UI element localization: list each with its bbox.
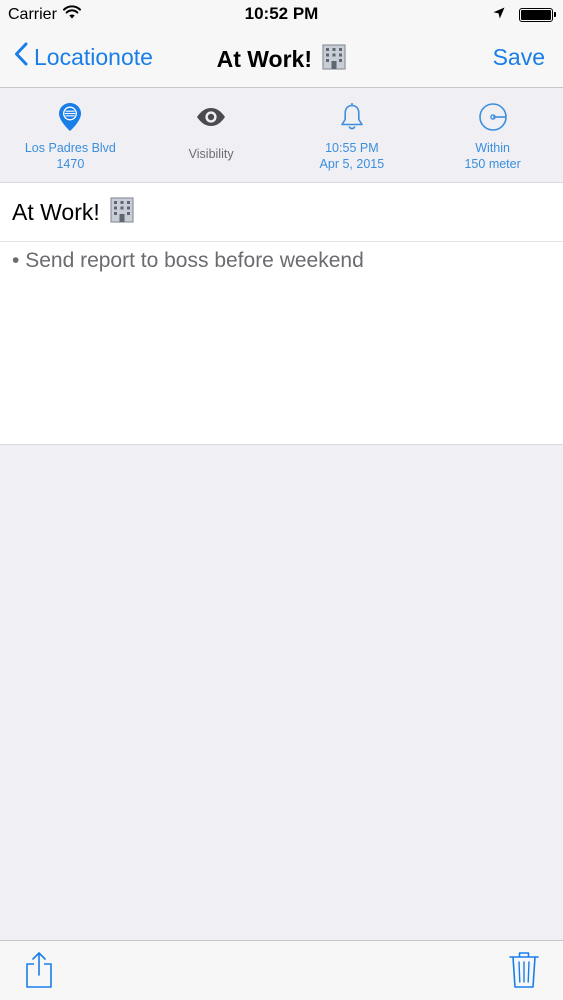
status-time: 10:52 PM: [244, 4, 319, 23]
location-item[interactable]: Los Padres Blvd 1470: [0, 88, 141, 182]
radius-value: 150 meter: [464, 157, 521, 171]
navigation-bar: Locationote At Work! Save: [0, 30, 563, 88]
reminder-text: 10:55 PM Apr 5, 2015: [320, 140, 385, 172]
radius-dial-icon: [478, 102, 508, 132]
map-pin-icon: [55, 102, 85, 132]
battery-tip: [554, 12, 556, 17]
location-arrow-icon: [493, 6, 505, 24]
bell-icon: [337, 102, 367, 132]
note-body-text: Send report to boss before weekend: [25, 249, 364, 272]
radius-prefix: Within: [475, 141, 510, 155]
location-number: 1470: [56, 157, 85, 171]
radius-text: Within 150 meter: [464, 140, 520, 172]
battery-fill: [521, 10, 551, 20]
radius-item[interactable]: Within 150 meter: [422, 88, 563, 182]
note-body-field[interactable]: • Send report to boss before weekend: [12, 249, 364, 273]
visibility-item[interactable]: Visibility: [141, 88, 282, 182]
trash-icon: [509, 952, 539, 993]
status-bar: Carrier 10:52 PM: [0, 0, 563, 30]
reminder-item[interactable]: 10:55 PM Apr 5, 2015: [282, 88, 423, 182]
note-title-field[interactable]: At Work!: [12, 197, 134, 229]
save-button[interactable]: Save: [493, 44, 545, 71]
office-building-emoji: [322, 44, 346, 76]
office-building-emoji: [110, 197, 134, 229]
battery-icon: [519, 8, 556, 22]
share-icon: [24, 952, 54, 993]
share-button[interactable]: [24, 951, 54, 994]
note-editor[interactable]: At Work! • Send report to boss before we…: [0, 183, 563, 445]
visibility-label: Visibility: [188, 147, 234, 161]
status-right: [493, 6, 556, 24]
reminder-time: 10:55 PM: [325, 141, 379, 155]
eye-icon: [196, 102, 226, 132]
page-title-text: At Work!: [216, 46, 312, 72]
page-title: At Work!: [0, 44, 563, 76]
location-text: Los Padres Blvd 1470: [25, 140, 116, 172]
reminder-date: Apr 5, 2015: [319, 157, 385, 171]
location-street: Los Padres Blvd: [24, 141, 116, 155]
delete-button[interactable]: [509, 951, 539, 994]
note-info-strip: Los Padres Blvd 1470 Visibility 10:55 PM…: [0, 88, 563, 183]
bottom-toolbar: [0, 940, 563, 1000]
bullet-marker: •: [12, 249, 20, 272]
note-title-text: At Work!: [12, 199, 100, 225]
note-divider: [0, 241, 563, 242]
